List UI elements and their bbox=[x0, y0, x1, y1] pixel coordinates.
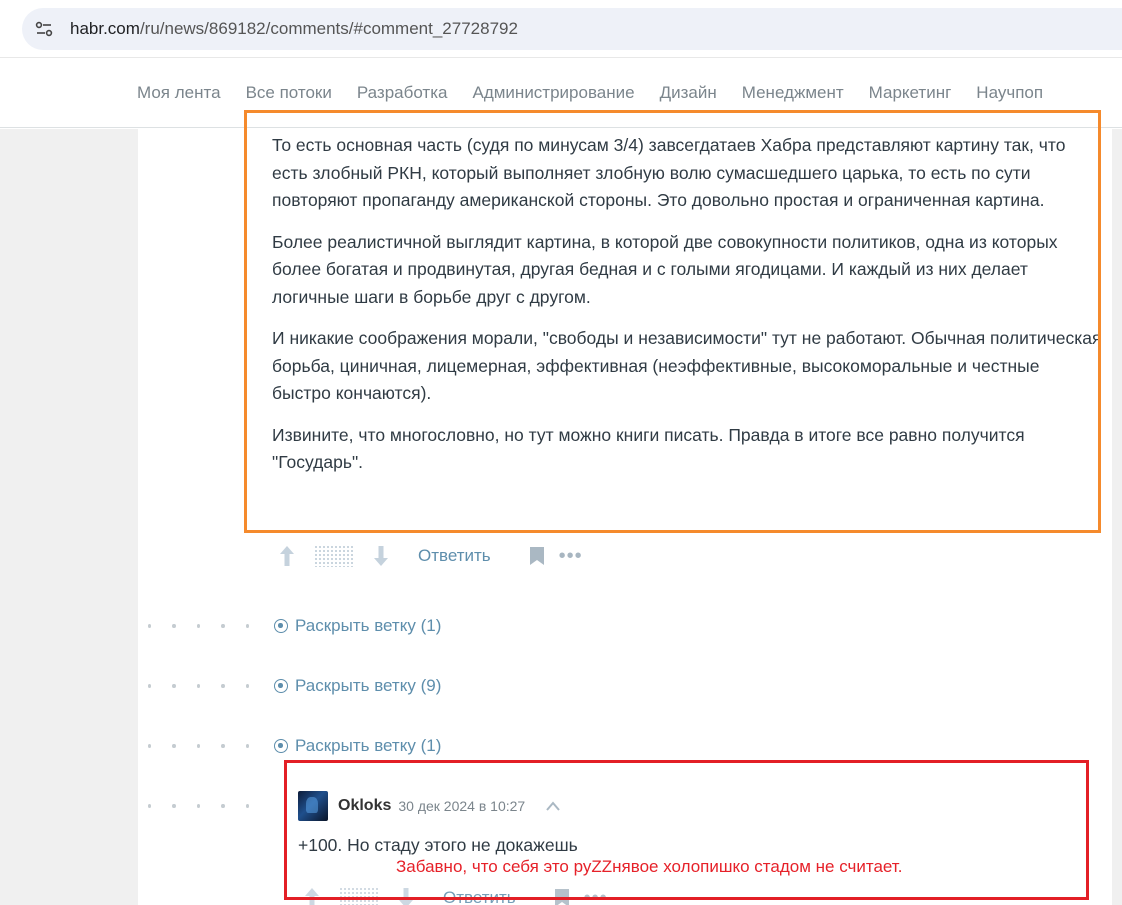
thread-indent bbox=[148, 794, 270, 818]
nav-item[interactable]: Научпоп bbox=[976, 83, 1043, 103]
expand-thread-button[interactable]: Раскрыть ветку (9) bbox=[274, 676, 441, 696]
indent-dots bbox=[148, 684, 270, 688]
nav-items: Моя лента Все потоки Разработка Администрир… bbox=[137, 83, 1068, 103]
downvote-icon[interactable] bbox=[370, 542, 392, 570]
url-text[interactable]: habr.com/ru/news/869182/comments/#commen… bbox=[70, 19, 518, 39]
expand-thread-button[interactable]: Раскрыть ветку (1) bbox=[274, 736, 441, 756]
expand-circle-icon bbox=[274, 619, 288, 633]
comment-actions: Ответить ••• bbox=[276, 540, 583, 572]
thread-row: Раскрыть ветку (1) bbox=[148, 734, 441, 758]
nav-item[interactable]: Разработка bbox=[357, 83, 448, 103]
indent-dots bbox=[148, 744, 270, 748]
url-host: habr.com bbox=[70, 19, 140, 38]
highlight-box-red bbox=[284, 760, 1089, 900]
nav-item[interactable]: Маркетинг bbox=[869, 83, 952, 103]
indent-dots bbox=[148, 804, 270, 808]
reply-button[interactable]: Ответить bbox=[418, 546, 491, 566]
bookmark-icon[interactable] bbox=[529, 546, 545, 566]
expand-circle-icon bbox=[274, 739, 288, 753]
nav-item[interactable]: Моя лента bbox=[137, 83, 221, 103]
score-hidden bbox=[314, 545, 354, 567]
nav-item[interactable]: Дизайн bbox=[660, 83, 717, 103]
nav-item[interactable]: Менеджмент bbox=[742, 83, 844, 103]
more-icon[interactable]: ••• bbox=[559, 545, 583, 568]
expand-thread-label: Раскрыть ветку (1) bbox=[295, 736, 442, 755]
browser-toolbar: habr.com/ru/news/869182/comments/#commen… bbox=[0, 0, 1122, 58]
indent-dots bbox=[148, 624, 270, 628]
url-path: /ru/news/869182/comments/#comment_277287… bbox=[139, 19, 518, 38]
expand-circle-icon bbox=[274, 679, 288, 693]
expand-thread-label: Раскрыть ветку (9) bbox=[295, 676, 442, 695]
expand-thread-button[interactable]: Раскрыть ветку (1) bbox=[274, 616, 441, 636]
thread-row: Раскрыть ветку (9) bbox=[148, 674, 441, 698]
nav-item[interactable]: Администрирование bbox=[472, 83, 634, 103]
address-bar[interactable]: habr.com/ru/news/869182/comments/#commen… bbox=[22, 8, 1122, 50]
site-settings-icon[interactable] bbox=[34, 19, 54, 39]
expand-thread-label: Раскрыть ветку (1) bbox=[295, 616, 442, 635]
highlight-box-orange bbox=[244, 110, 1101, 533]
nav-item[interactable]: Все потоки bbox=[246, 83, 332, 103]
upvote-icon[interactable] bbox=[276, 542, 298, 570]
thread-row: Раскрыть ветку (1) bbox=[148, 614, 441, 638]
